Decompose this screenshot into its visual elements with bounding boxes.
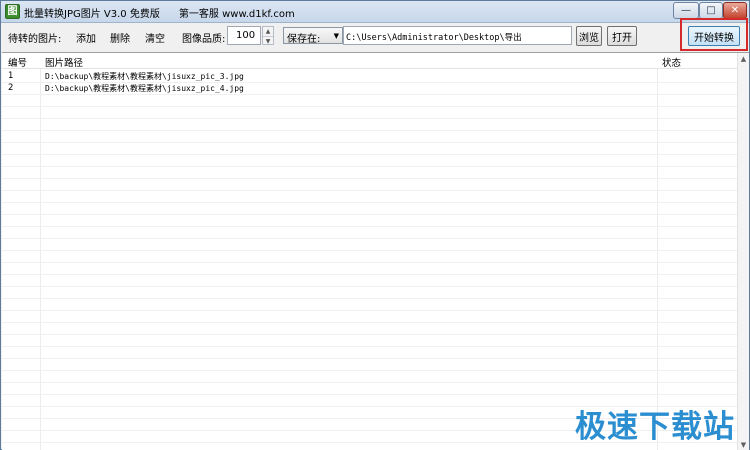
grid-line bbox=[2, 154, 737, 155]
quality-stepper[interactable]: ▲ ▼ bbox=[262, 26, 274, 45]
grid-line bbox=[2, 94, 737, 95]
watermark-logo: 极速下载站 bbox=[575, 409, 735, 445]
start-highlight-frame: 开始转换 bbox=[680, 18, 748, 51]
grid-line bbox=[2, 370, 737, 371]
grid-line bbox=[2, 286, 737, 287]
grid-line bbox=[2, 274, 737, 275]
grid-line bbox=[2, 394, 737, 395]
column-header-status[interactable]: 状态 bbox=[662, 55, 681, 69]
title-bar[interactable]: 图 批量转换JPG图片 V3.0 免费版 第一客服 www.d1kf.com —… bbox=[1, 1, 749, 23]
column-divider bbox=[657, 53, 658, 450]
quality-input[interactable]: 100 bbox=[227, 26, 261, 45]
grid-line bbox=[2, 334, 737, 335]
grid-line bbox=[2, 142, 737, 143]
grid-line bbox=[2, 202, 737, 203]
row-number: 1 bbox=[8, 71, 14, 81]
grid-line bbox=[2, 130, 737, 131]
stepper-down-icon[interactable]: ▼ bbox=[263, 36, 273, 45]
dropdown-arrow-icon: ▼ bbox=[333, 32, 339, 40]
save-location-select[interactable]: 保存在: ▼ bbox=[283, 27, 343, 45]
grid-line bbox=[2, 190, 737, 191]
grid-line bbox=[2, 382, 737, 383]
list-header: 编号 图片路径 状态 bbox=[2, 53, 737, 69]
open-folder-button[interactable]: 打开 bbox=[607, 26, 637, 46]
column-header-num[interactable]: 编号 bbox=[8, 55, 27, 69]
pending-images-label: 待转的图片: bbox=[8, 34, 62, 45]
grid-line bbox=[2, 238, 737, 239]
scroll-up-icon[interactable]: ▲ bbox=[738, 53, 749, 65]
stepper-up-icon[interactable]: ▲ bbox=[263, 27, 273, 36]
add-button[interactable]: 添加 bbox=[76, 30, 96, 45]
grid-line bbox=[2, 226, 737, 227]
grid-line bbox=[2, 118, 737, 119]
save-select-label: 保存在: bbox=[287, 34, 321, 45]
grid-line bbox=[2, 178, 737, 179]
close-button[interactable]: ✕ bbox=[723, 2, 747, 19]
scroll-down-icon[interactable]: ▼ bbox=[738, 439, 749, 450]
grid-line bbox=[2, 250, 737, 251]
grid-line bbox=[2, 298, 737, 299]
clear-button[interactable]: 清空 bbox=[145, 30, 165, 45]
grid-line bbox=[2, 262, 737, 263]
app-window: 图 批量转换JPG图片 V3.0 免费版 第一客服 www.d1kf.com —… bbox=[0, 0, 750, 450]
grid-line bbox=[2, 346, 737, 347]
maximize-button[interactable]: □ bbox=[699, 2, 723, 19]
window-title: 批量转换JPG图片 V3.0 免费版 第一客服 www.d1kf.com bbox=[24, 9, 295, 20]
quality-label: 图像品质: bbox=[182, 34, 226, 45]
image-list[interactable]: 编号 图片路径 状态 1 D:\backup\教程素材\教程素材\jisuxz_… bbox=[2, 52, 749, 450]
browse-button[interactable]: 浏览 bbox=[576, 26, 602, 46]
minimize-button[interactable]: — bbox=[673, 2, 699, 19]
column-divider bbox=[40, 53, 41, 450]
app-icon: 图 bbox=[5, 4, 20, 19]
row-path: D:\backup\教程素材\教程素材\jisuxz_pic_4.jpg bbox=[45, 84, 244, 93]
grid-line bbox=[2, 310, 737, 311]
vertical-scrollbar[interactable]: ▲ ▼ bbox=[737, 53, 749, 450]
grid-line bbox=[2, 322, 737, 323]
grid-line bbox=[2, 82, 737, 83]
row-path: D:\backup\教程素材\教程素材\jisuxz_pic_3.jpg bbox=[45, 72, 244, 81]
start-convert-button[interactable]: 开始转换 bbox=[688, 26, 740, 46]
column-header-path[interactable]: 图片路径 bbox=[45, 55, 83, 69]
grid-line bbox=[2, 166, 737, 167]
toolbar: 待转的图片: 添加 删除 清空 图像品质: 100 ▲ ▼ 保存在: ▼ C:\… bbox=[1, 23, 749, 51]
row-number: 2 bbox=[8, 83, 14, 93]
grid-line bbox=[2, 214, 737, 215]
output-path-input[interactable]: C:\Users\Administrator\Desktop\导出 bbox=[343, 26, 572, 45]
grid-line bbox=[2, 106, 737, 107]
grid-line bbox=[2, 358, 737, 359]
delete-button[interactable]: 删除 bbox=[110, 30, 130, 45]
